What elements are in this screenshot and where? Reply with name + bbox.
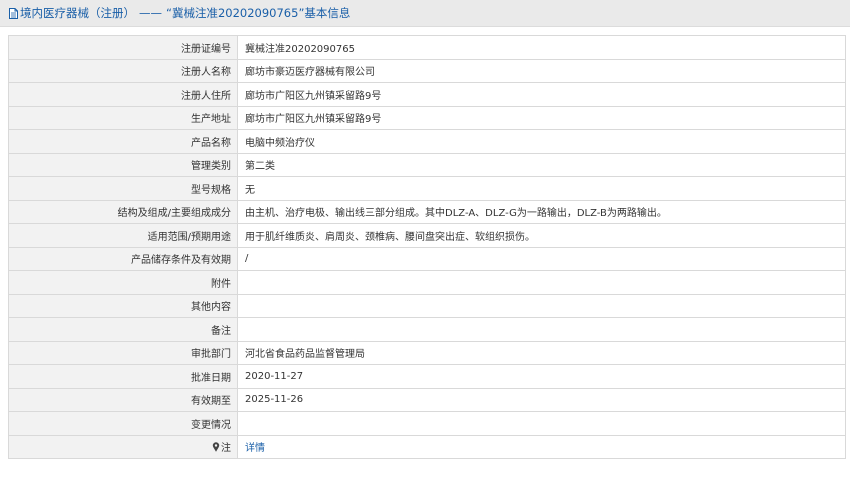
row-label: 生产地址 (8, 105, 238, 130)
row-label: 备注 (8, 317, 238, 342)
table-row: 型号规格 无 (8, 176, 846, 201)
row-value: 2025-11-26 (237, 387, 846, 412)
table-row: 管理类别 第二类 (8, 152, 846, 177)
table-row: 注册证编号 冀械注准20202090765 (8, 35, 846, 60)
section-title: 境内医疗器械（注册） (20, 6, 135, 20)
table-row: 适用范围/预期用途 用于肌纤维质炎、肩周炎、颈椎病、腰间盘突出症、软组织损伤。 (8, 223, 846, 248)
row-value (237, 317, 846, 342)
row-label: 产品名称 (8, 129, 238, 154)
row-label: 结构及组成/主要组成成分 (8, 199, 238, 224)
registration-info-table: 注册证编号 冀械注准20202090765 注册人名称 廊坊市豪迈医疗器械有限公… (8, 35, 846, 459)
note-value-cell: 详情 (237, 434, 846, 459)
document-icon (9, 7, 18, 19)
table-row: 产品储存条件及有效期 / (8, 246, 846, 271)
row-label: 产品储存条件及有效期 (8, 246, 238, 271)
row-label: 批准日期 (8, 364, 238, 389)
pin-icon (212, 442, 220, 455)
page-header: 境内医疗器械（注册） —— “冀械注准20202090765” 基本信息 (0, 0, 850, 27)
row-label: 注册人名称 (8, 58, 238, 83)
row-value: 河北省食品药品监督管理局 (237, 340, 846, 365)
table-row: 其他内容 (8, 293, 846, 318)
title-suffix: 基本信息 (304, 6, 351, 20)
row-label: 管理类别 (8, 152, 238, 177)
note-label: 注 (221, 442, 231, 454)
row-value: 电脑中频治疗仪 (237, 129, 846, 154)
row-label: 有效期至 (8, 387, 238, 412)
row-label: 适用范围/预期用途 (8, 223, 238, 248)
table-row: 结构及组成/主要组成成分 由主机、治疗电极、输出线三部分组成。其中DLZ-A、D… (8, 199, 846, 224)
row-label: 附件 (8, 270, 238, 295)
row-value: 廊坊市广阳区九州镇采留路9号 (237, 82, 846, 107)
table-row: 注册人名称 廊坊市豪迈医疗器械有限公司 (8, 58, 846, 83)
note-row: 注 详情 (8, 434, 846, 459)
row-value: 无 (237, 176, 846, 201)
row-value: 廊坊市广阳区九州镇采留路9号 (237, 105, 846, 130)
row-value: 由主机、治疗电极、输出线三部分组成。其中DLZ-A、DLZ-G为一路输出，DLZ… (237, 199, 846, 224)
row-label: 注册人住所 (8, 82, 238, 107)
row-label: 审批部门 (8, 340, 238, 365)
row-label: 注册证编号 (8, 35, 238, 60)
row-value: 冀械注准20202090765 (237, 35, 846, 60)
table-row: 有效期至 2025-11-26 (8, 387, 846, 412)
note-label-cell: 注 (8, 434, 238, 459)
table-row: 批准日期 2020-11-27 (8, 364, 846, 389)
row-label: 变更情况 (8, 411, 238, 436)
row-value (237, 411, 846, 436)
row-label: 型号规格 (8, 176, 238, 201)
table-row: 产品名称 电脑中频治疗仪 (8, 129, 846, 154)
row-value: / (237, 246, 846, 271)
row-value: 第二类 (237, 152, 846, 177)
table-row: 注册人住所 廊坊市广阳区九州镇采留路9号 (8, 82, 846, 107)
row-value: 用于肌纤维质炎、肩周炎、颈椎病、腰间盘突出症、软组织损伤。 (237, 223, 846, 248)
row-value (237, 293, 846, 318)
table-row: 备注 (8, 317, 846, 342)
registration-number-title: “冀械注准20202090765” (166, 6, 305, 20)
table-row: 变更情况 (8, 411, 846, 436)
table-row: 附件 (8, 270, 846, 295)
table-row: 生产地址 廊坊市广阳区九州镇采留路9号 (8, 105, 846, 130)
table-row: 审批部门 河北省食品药品监督管理局 (8, 340, 846, 365)
details-link[interactable]: 详情 (245, 443, 265, 454)
title-separator: —— (139, 6, 162, 20)
row-value: 2020-11-27 (237, 364, 846, 389)
row-label: 其他内容 (8, 293, 238, 318)
row-value (237, 270, 846, 295)
row-value: 廊坊市豪迈医疗器械有限公司 (237, 58, 846, 83)
